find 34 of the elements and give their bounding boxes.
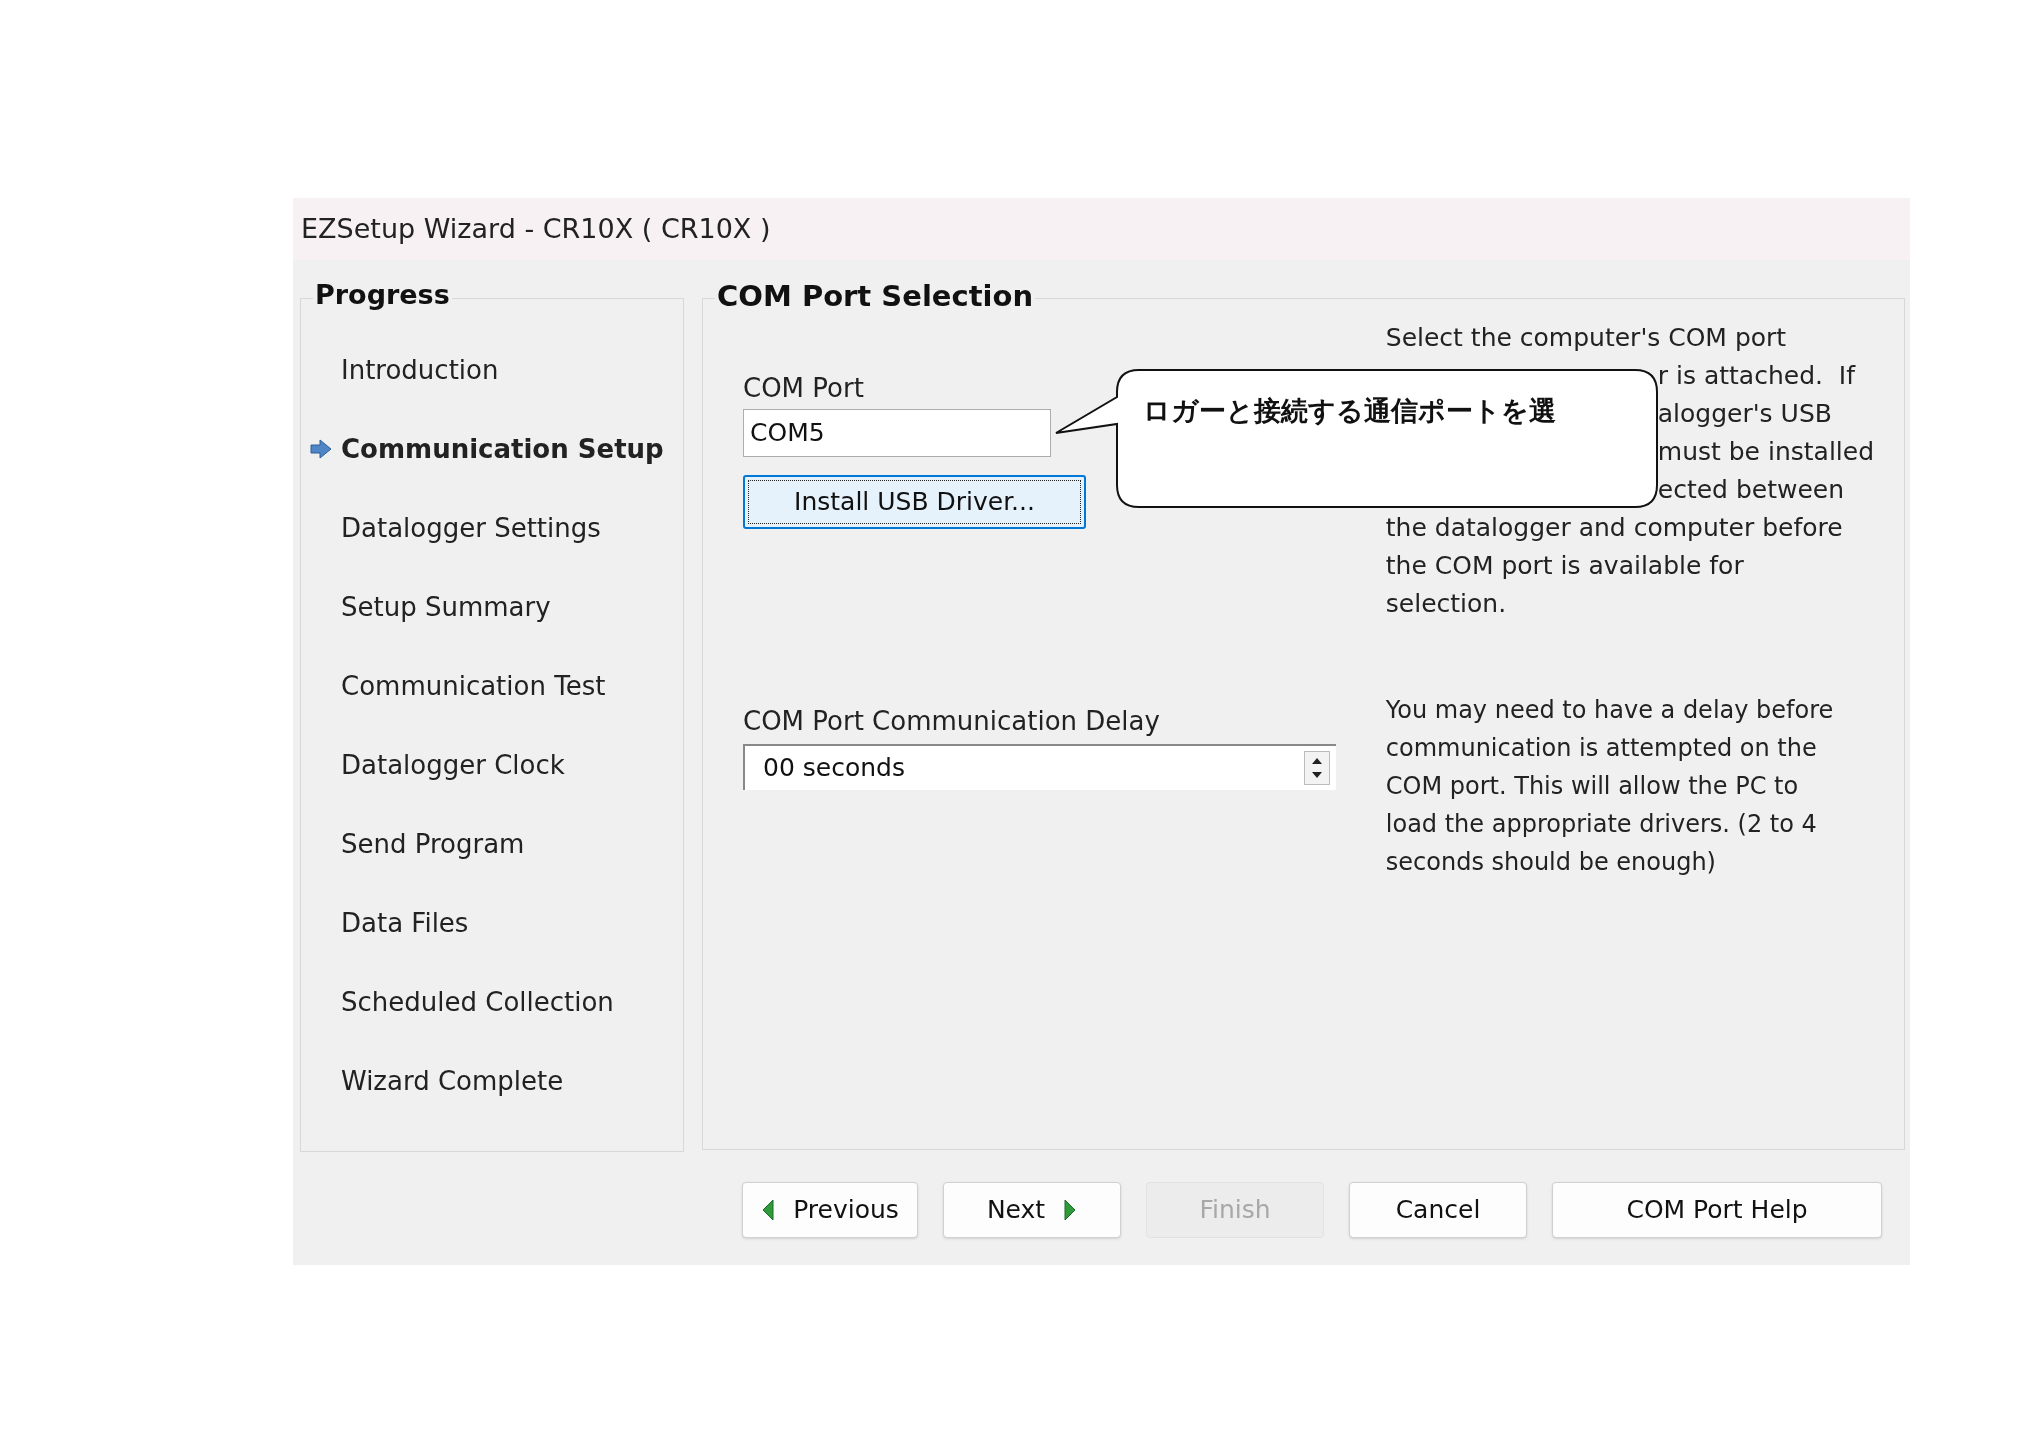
right-triangle-icon: [1063, 1198, 1078, 1222]
window-title: EZSetup Wizard - CR10X ( CR10X ): [301, 211, 771, 246]
spin-arrows-icon[interactable]: [1304, 751, 1330, 785]
help-text-line: must be installed: [1657, 436, 1875, 468]
progress-step: Wizard Complete: [341, 1061, 564, 1101]
left-triangle-icon: [761, 1198, 776, 1222]
delay-value: 00 seconds: [763, 752, 905, 785]
progress-step: Setup Summary: [341, 587, 551, 627]
com-port-field[interactable]: COM5: [743, 409, 1051, 457]
next-button[interactable]: Next: [943, 1182, 1121, 1238]
callout-text: ロガーと接続する通信ポートを選: [1143, 394, 1556, 428]
help-text-line: alogger's USB: [1657, 398, 1832, 430]
progress-step: Datalogger Settings: [341, 508, 601, 548]
help-text-line: ected between: [1657, 474, 1844, 506]
delay-spinner[interactable]: 00 seconds: [743, 744, 1336, 790]
help-text-line: selection.: [1385, 588, 1507, 620]
delay-label: COM Port Communication Delay: [743, 705, 1161, 738]
progress-step: Send Program: [341, 824, 525, 864]
progress-step: Communication Test: [341, 666, 606, 706]
install-driver-button[interactable]: Install USB Driver...: [743, 475, 1086, 529]
help-text-line: r is attached. If: [1657, 360, 1856, 392]
wizard-button[interactable]: COM Port Help: [1552, 1182, 1882, 1238]
help-text-line: the COM port is available for: [1385, 550, 1744, 582]
delay-help-text: You may need to have a delay before communication is attempted on the COM port. This will allow the PC to load the appropriate drivers. (2 to 4 seconds should be enough): [1385, 695, 1835, 878]
progress-step: Communication Setup: [341, 429, 664, 469]
progress-step: Datalogger Clock: [341, 745, 565, 785]
progress-step: Data Files: [341, 903, 469, 943]
progress-step: Introduction: [341, 350, 499, 390]
wizard-button[interactable]: Cancel: [1349, 1182, 1527, 1238]
com-port-label: COM Port: [743, 372, 865, 405]
previous-button[interactable]: Previous: [742, 1182, 918, 1238]
progress-step: Scheduled Collection: [341, 982, 614, 1022]
help-text-line: Select the computer's COM port: [1385, 322, 1787, 354]
help-text-line: the datalogger and computer before: [1385, 512, 1843, 544]
